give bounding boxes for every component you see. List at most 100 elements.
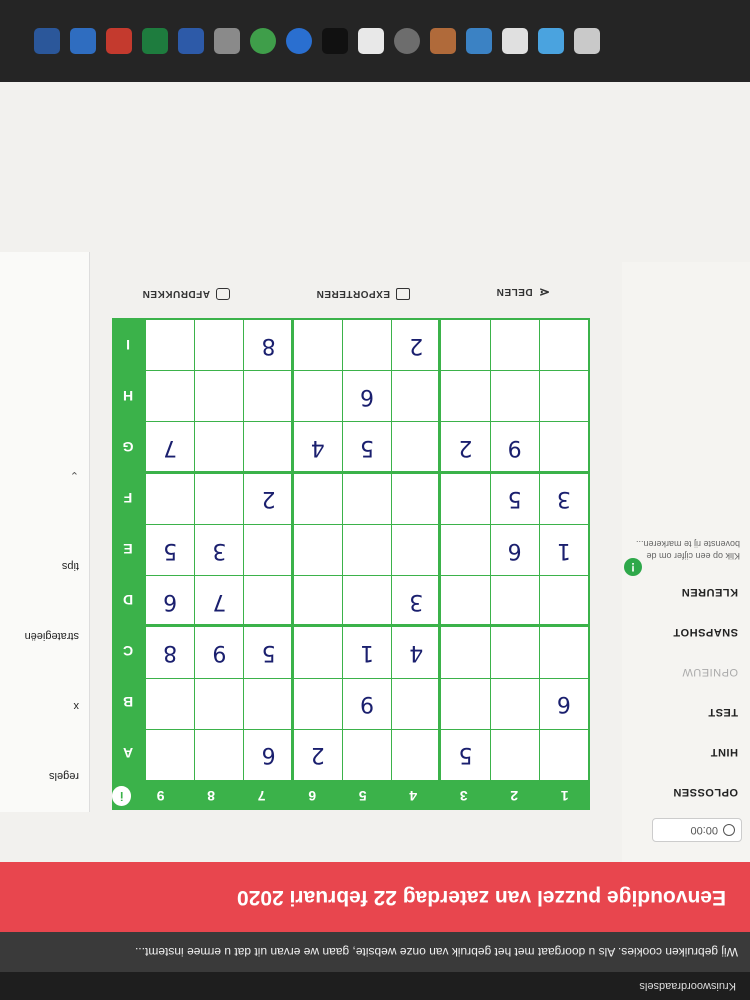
cell-e6[interactable] bbox=[293, 524, 342, 576]
cell-f9[interactable] bbox=[146, 473, 195, 524]
cell-i7[interactable]: 8 bbox=[244, 320, 293, 371]
cell-h9[interactable] bbox=[146, 371, 195, 422]
cell-h3[interactable] bbox=[441, 371, 490, 422]
image-viewer-icon[interactable] bbox=[430, 28, 456, 54]
cell-h7[interactable] bbox=[244, 371, 293, 422]
cell-d3[interactable] bbox=[441, 576, 490, 627]
cell-b3[interactable] bbox=[441, 678, 490, 729]
cell-a8[interactable] bbox=[195, 729, 244, 780]
strategies-link[interactable]: strategieën bbox=[25, 630, 79, 642]
cell-d8[interactable]: 7 bbox=[195, 576, 244, 627]
cell-a6[interactable]: 2 bbox=[293, 729, 342, 780]
cell-d7[interactable] bbox=[244, 576, 293, 627]
info-icon[interactable]: i bbox=[111, 786, 132, 806]
close-link[interactable]: x bbox=[74, 700, 80, 712]
cell-e2[interactable]: 6 bbox=[490, 524, 539, 576]
cell-g7[interactable] bbox=[244, 422, 293, 473]
browser-icon[interactable] bbox=[286, 28, 312, 54]
cell-c5[interactable]: 1 bbox=[342, 627, 392, 678]
colors-button[interactable]: KLEUREN bbox=[681, 586, 738, 598]
browser-tab-title[interactable]: Kruiswoordraadsels bbox=[639, 980, 736, 992]
cell-g4[interactable] bbox=[392, 422, 441, 473]
spreadsheet-icon[interactable] bbox=[142, 28, 168, 54]
cell-c3[interactable] bbox=[441, 627, 490, 678]
cell-f4[interactable] bbox=[392, 473, 441, 524]
cell-e1[interactable]: 1 bbox=[539, 524, 588, 576]
cell-c1[interactable] bbox=[539, 627, 588, 678]
cell-f7[interactable]: 2 bbox=[244, 473, 293, 524]
cell-g8[interactable] bbox=[195, 422, 244, 473]
restart-button[interactable]: OPNIEUW bbox=[682, 666, 738, 678]
cell-d9[interactable]: 6 bbox=[146, 576, 195, 627]
cell-a3[interactable]: 5 bbox=[441, 729, 490, 780]
cell-b4[interactable] bbox=[392, 678, 441, 729]
cell-b8[interactable] bbox=[195, 678, 244, 729]
cell-i3[interactable] bbox=[441, 320, 490, 371]
cell-i4[interactable]: 2 bbox=[392, 320, 441, 371]
photos-icon[interactable] bbox=[466, 28, 492, 54]
folder-icon[interactable] bbox=[178, 28, 204, 54]
cell-d2[interactable] bbox=[490, 576, 539, 627]
cell-e3[interactable] bbox=[441, 524, 490, 576]
cell-e7[interactable] bbox=[244, 524, 293, 576]
cell-g6[interactable]: 4 bbox=[293, 422, 342, 473]
cell-i8[interactable] bbox=[195, 320, 244, 371]
cell-d1[interactable] bbox=[539, 576, 588, 627]
cell-c6[interactable] bbox=[293, 627, 342, 678]
cell-h1[interactable] bbox=[539, 371, 588, 422]
cell-a2[interactable] bbox=[490, 729, 539, 780]
cell-e5[interactable] bbox=[342, 524, 392, 576]
cell-a1[interactable] bbox=[539, 729, 588, 780]
cell-d6[interactable] bbox=[293, 576, 342, 627]
cell-g2[interactable]: 9 bbox=[490, 422, 539, 473]
cell-c9[interactable]: 8 bbox=[146, 627, 195, 678]
chevron-down-icon[interactable]: ⌄ bbox=[70, 469, 79, 482]
utility-icon[interactable] bbox=[214, 28, 240, 54]
cell-i5[interactable] bbox=[342, 320, 392, 371]
cell-h2[interactable] bbox=[490, 371, 539, 422]
cell-b7[interactable] bbox=[244, 678, 293, 729]
terminal-icon[interactable] bbox=[322, 28, 348, 54]
cell-h8[interactable] bbox=[195, 371, 244, 422]
cell-a5[interactable] bbox=[342, 729, 392, 780]
cell-f6[interactable] bbox=[293, 473, 342, 524]
tips-link[interactable]: tips bbox=[62, 560, 79, 572]
cell-d4[interactable]: 3 bbox=[392, 576, 441, 627]
cell-g1[interactable] bbox=[539, 422, 588, 473]
cell-f2[interactable]: 5 bbox=[490, 473, 539, 524]
snapshot-button[interactable]: SNAPSHOT bbox=[673, 626, 738, 638]
cell-f8[interactable] bbox=[195, 473, 244, 524]
test-button[interactable]: TEST bbox=[708, 706, 738, 718]
launchpad-icon[interactable] bbox=[538, 28, 564, 54]
word-icon[interactable] bbox=[34, 28, 60, 54]
cell-b9[interactable] bbox=[146, 678, 195, 729]
cell-e4[interactable] bbox=[392, 524, 441, 576]
cell-f1[interactable]: 3 bbox=[539, 473, 588, 524]
cell-a4[interactable] bbox=[392, 729, 441, 780]
solve-button[interactable]: OPLOSSEN bbox=[673, 786, 738, 798]
cell-g3[interactable]: 2 bbox=[441, 422, 490, 473]
cell-f3[interactable] bbox=[441, 473, 490, 524]
print-action[interactable]: AFDRUKKEN bbox=[142, 288, 230, 300]
cell-h5[interactable]: 6 bbox=[342, 371, 392, 422]
cell-c4[interactable]: 4 bbox=[392, 627, 441, 678]
calendar-icon[interactable] bbox=[358, 28, 384, 54]
cell-b6[interactable] bbox=[293, 678, 342, 729]
finder-icon[interactable] bbox=[574, 28, 600, 54]
cell-g5[interactable]: 5 bbox=[342, 422, 392, 473]
cell-b2[interactable] bbox=[490, 678, 539, 729]
notes-icon[interactable] bbox=[502, 28, 528, 54]
cell-b5[interactable]: 9 bbox=[342, 678, 392, 729]
presentation-icon[interactable] bbox=[106, 28, 132, 54]
cell-a9[interactable] bbox=[146, 729, 195, 780]
cell-c7[interactable]: 5 bbox=[244, 627, 293, 678]
cell-c8[interactable]: 9 bbox=[195, 627, 244, 678]
cell-g9[interactable]: 7 bbox=[146, 422, 195, 473]
share-action[interactable]: ⋖ DELEN bbox=[496, 284, 550, 300]
cell-a7[interactable]: 6 bbox=[244, 729, 293, 780]
hint-button[interactable]: HINT bbox=[710, 746, 738, 758]
cell-i6[interactable] bbox=[293, 320, 342, 371]
cell-d5[interactable] bbox=[342, 576, 392, 627]
cell-i1[interactable] bbox=[539, 320, 588, 371]
chat-icon[interactable] bbox=[250, 28, 276, 54]
